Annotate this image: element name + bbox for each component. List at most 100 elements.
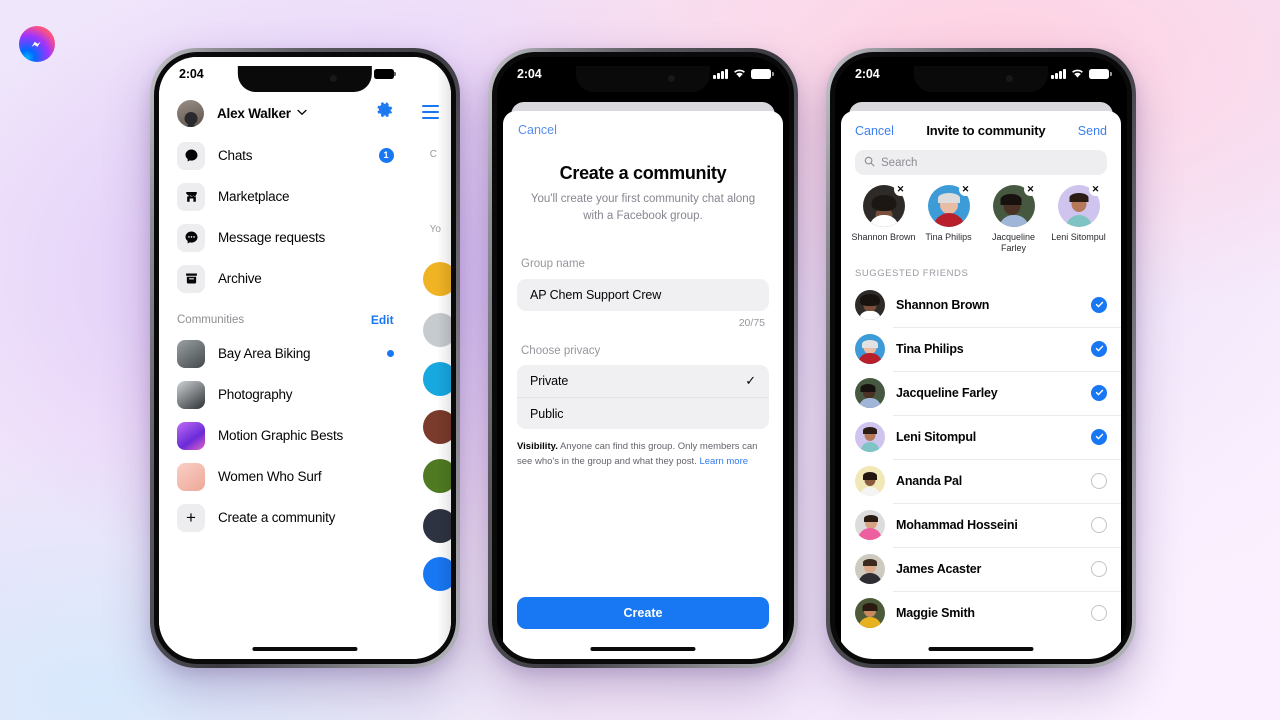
privacy-option-private[interactable]: Private ✓ [517,365,769,397]
sidebar-item-chats[interactable]: Chats 1 [159,135,412,176]
sidebar-item-message-requests[interactable]: Message requests [159,217,412,258]
create-community-item[interactable]: + Create a community [159,497,412,538]
checkmark-circle-icon[interactable] [1091,384,1107,401]
privacy-option-public[interactable]: Public [517,397,769,429]
friend-name: Jacqueline Farley [896,385,998,400]
learn-more-link[interactable]: Learn more [699,456,748,467]
cancel-button[interactable]: Cancel [855,124,894,138]
archive-box-icon [177,264,205,293]
list-item[interactable]: James Acaster [841,546,1121,591]
list-item[interactable]: Ananda Pal [841,458,1121,503]
list-item[interactable]: Leni Sitompul [841,414,1121,459]
friend-name: Ananda Pal [896,473,963,488]
sheet-navbar: Cancel Invite to community Send [841,111,1121,138]
friend-name: Mohammad Hosseini [896,517,1018,532]
cellular-bars-icon [713,69,728,79]
battery-icon [1089,69,1112,79]
phone2-screen: 2:04 Cancel Create a community You'll cr… [497,57,789,659]
checkmark-circle-icon[interactable] [1091,428,1107,445]
edit-button[interactable]: Edit [371,313,394,327]
avatar[interactable] [177,99,204,127]
community-item[interactable]: Bay Area Biking [159,333,412,374]
community-thumbnail [177,462,205,491]
create-community-sheet: Cancel Create a community You'll create … [503,111,783,659]
avatar [855,597,885,628]
phone-device-drawer: C Yo 2:04 Alex Walker Chats 1 Marketplac… [150,48,460,668]
community-item[interactable]: Photography [159,374,412,415]
option-label: Private [530,374,569,389]
avatar [855,421,885,452]
close-x-icon[interactable]: ✕ [959,183,972,196]
option-label: Public [530,406,564,421]
send-button[interactable]: Send [1078,124,1107,138]
community-thumbnail [177,421,205,450]
select-circle-icon[interactable] [1091,604,1107,621]
battery-icon [373,69,397,79]
group-name-input[interactable]: AP Chem Support Crew [517,279,769,312]
list-item[interactable]: Maggie Smith [841,590,1121,635]
community-name: Bay Area Biking [218,346,311,361]
select-circle-icon[interactable] [1091,516,1107,533]
drawer-shadow [437,57,451,659]
community-item[interactable]: Women Who Surf [159,456,412,497]
suggested-friends-list: Shannon Brown Tina Philips Jacqueline Fa… [841,283,1121,635]
list-item[interactable]: Mohammad Hosseini [841,502,1121,547]
visibility-label: Visibility. [517,441,558,453]
avatar [855,333,885,364]
cellular-bars-icon [1051,69,1066,79]
checkmark-circle-icon[interactable] [1091,296,1107,313]
sidebar-label: Message requests [218,230,326,245]
select-circle-icon[interactable] [1091,472,1107,489]
selected-friend-chip[interactable]: ✕ Tina Philips [916,183,981,255]
group-name-label: Group name [521,258,585,271]
chip-name: Leni Sitompul [1051,232,1106,242]
navigation-drawer: 2:04 Alex Walker Chats 1 Marketplace Mes… [159,57,412,659]
selected-friend-chip[interactable]: ✕ Jacqueline Farley [981,183,1046,255]
sidebar-item-archive[interactable]: Archive [159,258,412,299]
unread-dot [386,350,394,357]
search-icon [864,154,875,172]
page-subtitle: You'll create your first community chat … [530,193,756,222]
chip-name: Jacqueline Farley [991,232,1036,254]
visibility-description: Visibility. Anyone can find this group. … [517,440,769,469]
status-time: 2:04 [517,67,542,81]
checkmark-icon: ✓ [745,373,756,389]
list-item[interactable]: Tina Philips [841,326,1121,371]
avatar [855,465,885,496]
gear-icon[interactable] [377,102,394,124]
avatar [855,377,885,408]
chip-name: Shannon Brown [851,232,916,242]
selected-friend-chip[interactable]: ✕ Leni Sitompul [1046,183,1111,255]
close-x-icon[interactable]: ✕ [894,183,907,196]
cancel-button[interactable]: Cancel [518,123,557,137]
sidebar-label: Marketplace [218,189,290,204]
sidebar-label: Chats [218,148,253,163]
sidebar-item-marketplace[interactable]: Marketplace [159,176,412,217]
create-button[interactable]: Create [517,597,769,629]
wifi-icon [1071,69,1084,79]
page-title: Invite to community [926,123,1046,138]
list-item[interactable]: Jacqueline Farley [841,370,1121,415]
checkmark-circle-icon[interactable] [1091,340,1107,357]
selected-friend-chip[interactable]: ✕ Shannon Brown [851,183,916,255]
unread-badge: 1 [378,148,394,163]
friend-name: James Acaster [896,561,982,576]
home-indicator [252,646,358,651]
close-x-icon[interactable]: ✕ [1089,183,1102,196]
search-input[interactable]: Search [855,150,1107,175]
status-bar: 2:04 [835,57,1127,91]
invite-sheet: Cancel Invite to community Send Search ✕… [841,111,1121,659]
notch [237,66,373,92]
list-item[interactable]: Shannon Brown [841,283,1121,327]
chevron-down-icon[interactable] [297,108,307,119]
status-bar: 2:04 [497,57,789,91]
status-time: 2:04 [855,67,880,81]
profile-row[interactable]: Alex Walker [159,91,412,135]
sidebar-label: Archive [218,271,262,286]
close-x-icon[interactable]: ✕ [1024,183,1037,196]
behind-label-chats: C [429,149,437,160]
select-circle-icon[interactable] [1091,560,1107,577]
community-item[interactable]: Motion Graphic Bests [159,415,412,456]
home-indicator [590,646,696,651]
community-name: Motion Graphic Bests [218,428,344,443]
